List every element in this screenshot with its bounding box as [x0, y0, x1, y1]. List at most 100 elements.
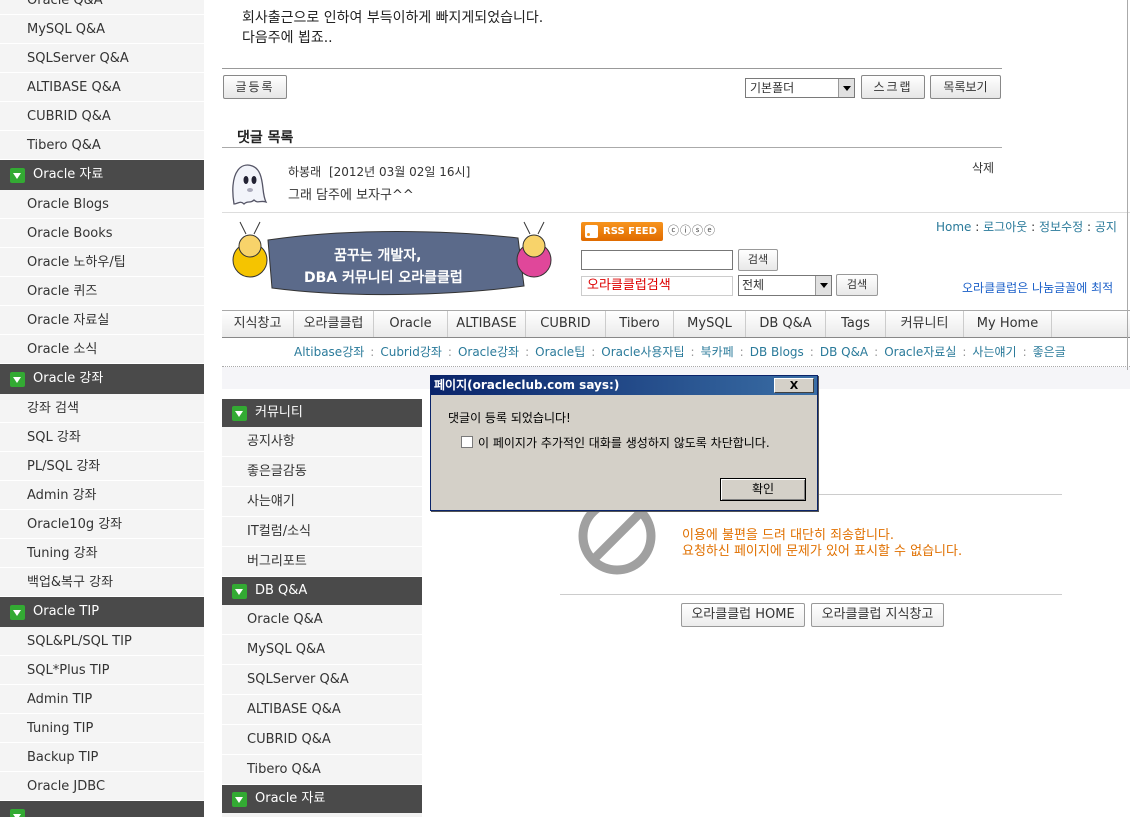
sidebar-section-label: Oracle TIP: [33, 604, 100, 619]
tab-지식창고[interactable]: 지식창고: [222, 311, 294, 337]
close-icon[interactable]: X: [774, 378, 814, 393]
sidebar-item-oracle-blogs[interactable]: Oracle Blogs: [0, 190, 204, 219]
search-scope-select[interactable]: 전체: [738, 275, 832, 296]
sidebar-item-oracle-books[interactable]: Oracle Books: [0, 219, 204, 248]
site-search-input[interactable]: 오라클클럽검색: [581, 276, 733, 296]
sidebar-section-oracle-tip[interactable]: Oracle TIP: [0, 597, 204, 627]
sidebar-item-oracle-q-a[interactable]: Oracle Q&A: [0, 0, 204, 15]
sidebar-section-커뮤니티[interactable]: 커뮤니티: [222, 399, 422, 427]
tab-tibero[interactable]: Tibero: [606, 311, 674, 337]
tab-db-q-a[interactable]: DB Q&A: [746, 311, 826, 337]
subnav-link-altibase강좌[interactable]: Altibase강좌: [294, 345, 364, 359]
chevron-down-icon: [232, 405, 247, 421]
sidebar-item-oracle-q-a[interactable]: Oracle Q&A: [222, 605, 422, 635]
sidebar-item-cubrid-q-a[interactable]: CUBRID Q&A: [222, 725, 422, 755]
sidebar-item-backup-tip[interactable]: Backup TIP: [0, 743, 204, 772]
comments-title: 댓글 목록: [237, 130, 294, 146]
sidebar-item-sqlserver-q-a[interactable]: SQLServer Q&A: [222, 665, 422, 695]
club-home-button[interactable]: 오라클클럽 HOME: [681, 603, 805, 627]
write-button[interactable]: 글등록: [223, 75, 287, 99]
rss-feed-button[interactable]: RSS FEED: [581, 222, 663, 241]
list-button[interactable]: 목록보기: [930, 75, 1001, 99]
sidebar-item-altibase-q-a[interactable]: ALTIBASE Q&A: [0, 73, 204, 102]
sidebar-item-tuning-tip[interactable]: Tuning TIP: [0, 714, 204, 743]
tab-cubrid[interactable]: CUBRID: [526, 311, 606, 337]
sidebar-item-oracle10g-강좌[interactable]: Oracle10g 강좌: [0, 510, 204, 539]
block-dialogs-label[interactable]: 이 페이지가 추가적인 대화를 생성하지 않도록 차단합니다.: [478, 434, 770, 451]
sidebar-item-oracle-퀴즈[interactable]: Oracle 퀴즈: [0, 277, 204, 306]
folder-select[interactable]: 기본폴더: [745, 78, 855, 98]
dialog-titlebar[interactable]: 페이지(oracleclub.com says:) X: [431, 376, 817, 395]
profile-edit-link[interactable]: 정보수정: [1039, 220, 1083, 234]
search-input[interactable]: [581, 250, 733, 270]
sub-nav: Altibase강좌: Cubrid강좌: Oracle강좌: Oracle팁: Ora…: [294, 343, 1066, 360]
sidebar-item-sql-plus-tip[interactable]: SQL*Plus TIP: [0, 656, 204, 685]
sidebar-item-cubrid-q-a[interactable]: CUBRID Q&A: [0, 102, 204, 131]
scrap-button[interactable]: 스크랩: [861, 75, 925, 99]
sidebar-item-sql-pl-sql-tip[interactable]: SQL&PL/SQL TIP: [0, 627, 204, 656]
ok-button[interactable]: 확인: [720, 478, 806, 501]
home-link[interactable]: Home: [936, 220, 971, 234]
tab-oracle[interactable]: Oracle: [374, 311, 448, 337]
tab-mysql[interactable]: MySQL: [674, 311, 746, 337]
delete-link[interactable]: 삭제: [972, 159, 994, 176]
sidebar-item-sqlserver-q-a[interactable]: SQLServer Q&A: [0, 44, 204, 73]
tab-altibase[interactable]: ALTIBASE: [448, 311, 526, 337]
site-banner[interactable]: 꿈꾸는 개발자, DBA 커뮤니티 오라클클럽: [228, 216, 558, 302]
sidebar-item-pl-sql-강좌[interactable]: PL/SQL 강좌: [0, 452, 204, 481]
tab-tags[interactable]: Tags: [826, 311, 886, 337]
sidebar-section-more[interactable]: [0, 801, 204, 817]
club-knowledge-button[interactable]: 오라클클럽 지식창고: [811, 603, 944, 627]
subnav-link-cubrid강좌[interactable]: Cubrid강좌: [380, 345, 442, 359]
sidebar-item-강좌-검색[interactable]: 강좌 검색: [0, 394, 204, 423]
sidebar-item-mysql-q-a[interactable]: MySQL Q&A: [222, 635, 422, 665]
sidebar-section-oracle-자료[interactable]: Oracle 자료: [222, 785, 422, 813]
subnav-link-db-blogs[interactable]: DB Blogs: [750, 345, 804, 359]
sidebar-item-공지사항[interactable]: 공지사항: [222, 427, 422, 457]
site-search-button[interactable]: 검색: [836, 274, 878, 296]
main-nav: 지식창고 오라클클럽 Oracle ALTIBASE CUBRID Tibero MySQL…: [222, 310, 1130, 338]
subnav-link-북카페[interactable]: 북카페: [701, 345, 734, 359]
subnav-link-oracle자료실[interactable]: Oracle자료실: [884, 345, 956, 359]
subnav-link-oracle팁[interactable]: Oracle팁: [535, 345, 585, 359]
tab-my-home[interactable]: My Home: [964, 311, 1052, 337]
folder-select-value: 기본폴더: [750, 81, 795, 95]
sidebar-item-mysql-q-a[interactable]: MySQL Q&A: [0, 15, 204, 44]
sidebar-item-tibero-q-a[interactable]: Tibero Q&A: [222, 755, 422, 785]
error-line-2: 요청하신 페이지에 문제가 있어 표시할 수 없습니다.: [682, 544, 963, 559]
sidebar-section-oracle-강좌[interactable]: Oracle 강좌: [0, 364, 204, 394]
font-notice: 오라클클럽은 나눔글꼴에 최적: [962, 281, 1114, 295]
sidebar-item-admin-강좌[interactable]: Admin 강좌: [0, 481, 204, 510]
subnav-link-좋은글[interactable]: 좋은글: [1033, 345, 1066, 359]
notice-link[interactable]: 공지: [1095, 220, 1117, 234]
tab-오라클클럽[interactable]: 오라클클럽: [294, 311, 374, 337]
tab-커뮤니티[interactable]: 커뮤니티: [886, 311, 964, 337]
post-line-2: 다음주에 뵙죠..: [242, 30, 333, 46]
sidebar-item-altibase-q-a[interactable]: ALTIBASE Q&A: [222, 695, 422, 725]
sidebar-item-oracle-자료실[interactable]: Oracle 자료실: [0, 306, 204, 335]
sidebar-item-좋은글감동[interactable]: 좋은글감동: [222, 457, 422, 487]
subnav-link-oracle사용자팁[interactable]: Oracle사용자팁: [601, 345, 684, 359]
sidebar-item-oracle-노하우-팁[interactable]: Oracle 노하우/팁: [0, 248, 204, 277]
separator: :: [591, 345, 596, 359]
sidebar-item-tibero-q-a[interactable]: Tibero Q&A: [0, 131, 204, 160]
sidebar-section-oracle-자료[interactable]: Oracle 자료: [0, 160, 204, 190]
search-button[interactable]: 검색: [738, 249, 778, 271]
sidebar-section-db-q-a[interactable]: DB Q&A: [222, 577, 422, 605]
sidebar-item-it컬럼-소식[interactable]: IT컬럼/소식: [222, 517, 422, 547]
comment-author: 하봉래: [288, 165, 322, 179]
sidebar-item-버그리포트[interactable]: 버그리포트: [222, 547, 422, 577]
logout-link[interactable]: 로그아웃: [983, 220, 1027, 234]
subnav-link-db-q-a[interactable]: DB Q&A: [820, 345, 868, 359]
sidebar-item-oracle-jdbc[interactable]: Oracle JDBC: [0, 772, 204, 801]
sidebar-item-sql-강좌[interactable]: SQL 강좌: [0, 423, 204, 452]
sidebar-item-사는얘기[interactable]: 사는얘기: [222, 487, 422, 517]
subnav-link-사는얘기[interactable]: 사는얘기: [972, 345, 1016, 359]
sidebar-item-tuning-강좌[interactable]: Tuning 강좌: [0, 539, 204, 568]
subnav-link-oracle강좌[interactable]: Oracle강좌: [458, 345, 519, 359]
sidebar-item-admin-tip[interactable]: Admin TIP: [0, 685, 204, 714]
error-message: 이용에 불편을 드려 대단히 죄송합니다. 요청하신 페이지에 문제가 있어 표…: [682, 528, 962, 560]
block-dialogs-checkbox[interactable]: [461, 436, 473, 448]
sidebar-item-oracle-소식[interactable]: Oracle 소식: [0, 335, 204, 364]
sidebar-item-백업-복구-강좌[interactable]: 백업&복구 강좌: [0, 568, 204, 597]
